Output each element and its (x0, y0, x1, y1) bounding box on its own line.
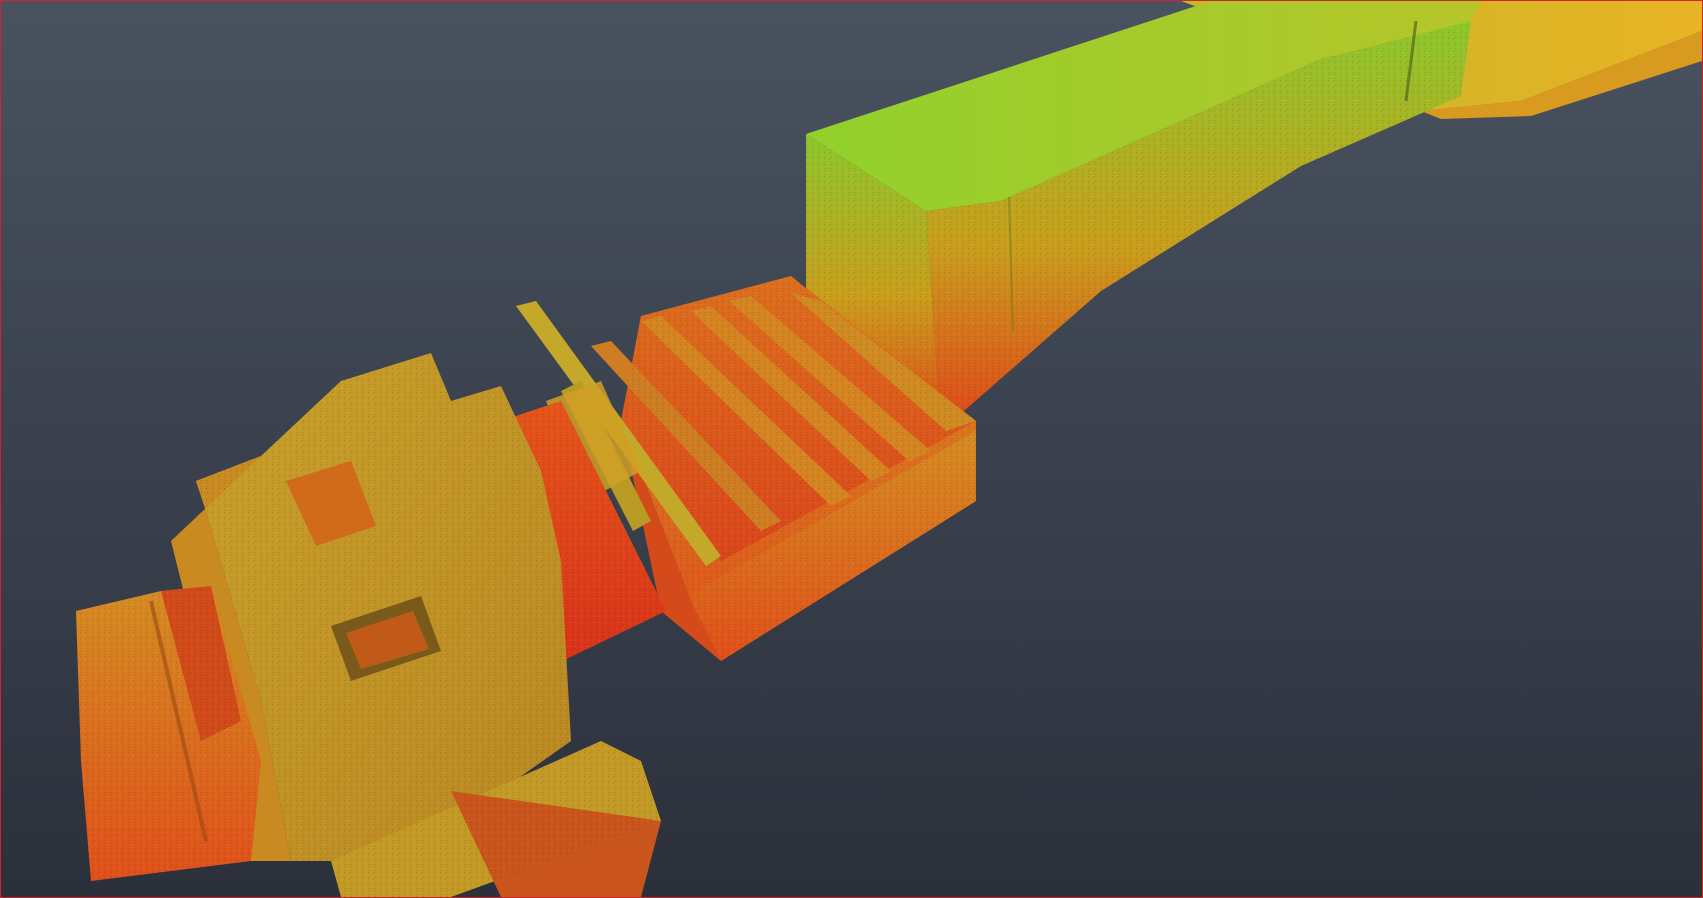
point-cloud-viewport[interactable] (0, 0, 1703, 898)
point-cloud-canvas[interactable] (1, 1, 1702, 897)
